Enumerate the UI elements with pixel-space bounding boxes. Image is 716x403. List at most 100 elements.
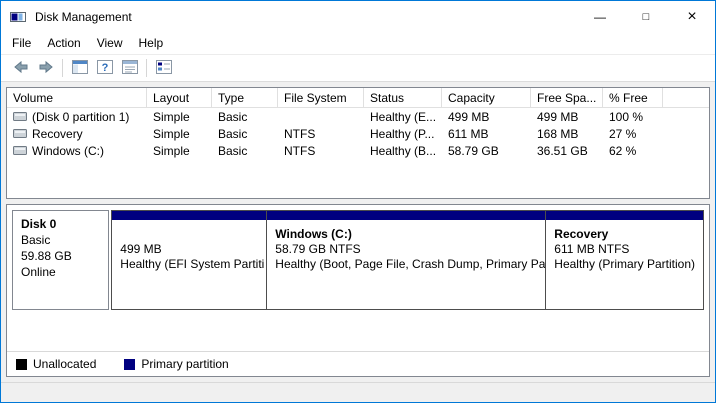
primary-partition-swatch-icon — [124, 359, 135, 370]
header-cell-free-space[interactable]: Free Spa... — [531, 88, 603, 107]
header-cell-status[interactable]: Status — [364, 88, 442, 107]
disk-name: Disk 0 — [21, 216, 100, 232]
header-cell-percent-free[interactable]: % Free — [603, 88, 663, 107]
cell-type: Basic — [212, 110, 278, 124]
volume-icon — [13, 111, 27, 122]
minimize-button[interactable]: — — [577, 1, 623, 32]
menu-item-action[interactable]: Action — [39, 33, 88, 53]
partitions-strip: 499 MB Healthy (EFI System Partiti Windo… — [111, 210, 704, 310]
cell-file-system: NTFS — [278, 127, 364, 141]
content-area: Volume Layout Type File System Status Ca… — [1, 82, 715, 382]
disk-size: 59.88 GB — [21, 248, 100, 264]
menubar: File Action View Help — [1, 32, 715, 55]
properties-icon — [122, 60, 138, 77]
primary-partition-band — [546, 211, 703, 220]
cell-percent-free: 27 % — [603, 127, 663, 141]
titlebar: Disk Management — □ × — [1, 1, 715, 32]
toolbar: ? — [1, 55, 715, 82]
help-icon: ? — [97, 60, 113, 77]
back-button[interactable] — [8, 57, 33, 79]
partition-status: Healthy (EFI System Partiti — [120, 257, 258, 272]
window-controls: — □ × — [577, 1, 715, 32]
cell-free-space: 499 MB — [531, 110, 603, 124]
maximize-button[interactable]: □ — [623, 1, 669, 32]
show-console-tree-button[interactable] — [67, 57, 92, 79]
partition-size: 499 MB — [120, 242, 258, 257]
partition-status: Healthy (Primary Partition) — [554, 257, 695, 272]
graphical-view-empty-space — [7, 315, 709, 351]
volume-icon — [13, 145, 27, 156]
disk-0-row: Disk 0 Basic 59.88 GB Online 499 MB Heal… — [12, 210, 704, 310]
svg-text:?: ? — [101, 62, 108, 74]
volume-row[interactable]: Recovery Simple Basic NTFS Healthy (P...… — [7, 125, 709, 142]
close-button[interactable]: × — [669, 1, 715, 32]
partition-size: 58.79 GB NTFS — [275, 242, 537, 257]
partition-info: 499 MB Healthy (EFI System Partiti — [112, 220, 266, 272]
volume-name: Windows (C:) — [32, 144, 104, 158]
header-cell-volume[interactable]: Volume — [7, 88, 147, 107]
disk-0-header[interactable]: Disk 0 Basic 59.88 GB Online — [12, 210, 109, 310]
cell-layout: Simple — [147, 144, 212, 158]
volume-name: Recovery — [32, 127, 83, 141]
status-bar — [1, 382, 715, 402]
unallocated-swatch-icon — [16, 359, 27, 370]
partition-name: Windows (C:) — [275, 227, 537, 242]
help-button[interactable]: ? — [92, 57, 117, 79]
legend-label: Primary partition — [141, 357, 228, 371]
menu-item-help[interactable]: Help — [131, 33, 172, 53]
export-list-button[interactable] — [151, 57, 176, 79]
partition-name — [120, 227, 258, 242]
primary-partition-band — [267, 211, 545, 220]
legend-item-primary-partition: Primary partition — [124, 357, 228, 371]
volume-row[interactable]: Windows (C:) Simple Basic NTFS Healthy (… — [7, 142, 709, 159]
legend-item-unallocated: Unallocated — [16, 357, 96, 371]
disk-management-app-icon — [10, 9, 28, 25]
partition-info: Recovery 611 MB NTFS Healthy (Primary Pa… — [546, 220, 703, 272]
partition-windows-c[interactable]: Windows (C:) 58.79 GB NTFS Healthy (Boot… — [266, 210, 546, 310]
graphical-view-pane: Disk 0 Basic 59.88 GB Online 499 MB Heal… — [6, 204, 710, 377]
cell-capacity: 611 MB — [442, 127, 531, 141]
volume-table-header: Volume Layout Type File System Status Ca… — [7, 88, 709, 108]
menu-item-view[interactable]: View — [89, 33, 131, 53]
disk-type: Basic — [21, 232, 100, 248]
header-cell-layout[interactable]: Layout — [147, 88, 212, 107]
volume-list-pane: Volume Layout Type File System Status Ca… — [6, 87, 710, 199]
cell-status: Healthy (B... — [364, 144, 442, 158]
forward-button[interactable] — [33, 57, 58, 79]
properties-button[interactable] — [117, 57, 142, 79]
legend: Unallocated Primary partition — [7, 351, 709, 376]
cell-percent-free: 62 % — [603, 144, 663, 158]
partition-efi[interactable]: 499 MB Healthy (EFI System Partiti — [111, 210, 267, 310]
partition-recovery[interactable]: Recovery 611 MB NTFS Healthy (Primary Pa… — [545, 210, 704, 310]
disk-management-window: Disk Management — □ × File Action View H… — [0, 0, 716, 403]
cell-free-space: 168 MB — [531, 127, 603, 141]
header-cell-filler — [663, 88, 709, 107]
partition-name: Recovery — [554, 227, 695, 242]
cell-type: Basic — [212, 127, 278, 141]
show-console-tree-icon — [72, 60, 88, 77]
cell-layout: Simple — [147, 110, 212, 124]
header-cell-file-system[interactable]: File System — [278, 88, 364, 107]
volume-name: (Disk 0 partition 1) — [32, 110, 129, 124]
partition-size: 611 MB NTFS — [554, 242, 695, 257]
primary-partition-band — [112, 211, 266, 220]
menu-item-file[interactable]: File — [4, 33, 39, 53]
partition-status: Healthy (Boot, Page File, Crash Dump, Pr… — [275, 257, 537, 272]
cell-capacity: 58.79 GB — [442, 144, 531, 158]
partition-info: Windows (C:) 58.79 GB NTFS Healthy (Boot… — [267, 220, 545, 272]
volume-row[interactable]: (Disk 0 partition 1) Simple Basic Health… — [7, 108, 709, 125]
header-cell-type[interactable]: Type — [212, 88, 278, 107]
toolbar-separator — [62, 59, 63, 77]
window-title: Disk Management — [35, 10, 132, 24]
volume-icon — [13, 128, 27, 139]
cell-file-system: NTFS — [278, 144, 364, 158]
cell-free-space: 36.51 GB — [531, 144, 603, 158]
cell-type: Basic — [212, 144, 278, 158]
forward-icon — [38, 59, 54, 78]
back-icon — [13, 59, 29, 78]
header-cell-capacity[interactable]: Capacity — [442, 88, 531, 107]
cell-percent-free: 100 % — [603, 110, 663, 124]
legend-label: Unallocated — [33, 357, 96, 371]
cell-status: Healthy (E... — [364, 110, 442, 124]
export-list-icon — [156, 60, 172, 77]
